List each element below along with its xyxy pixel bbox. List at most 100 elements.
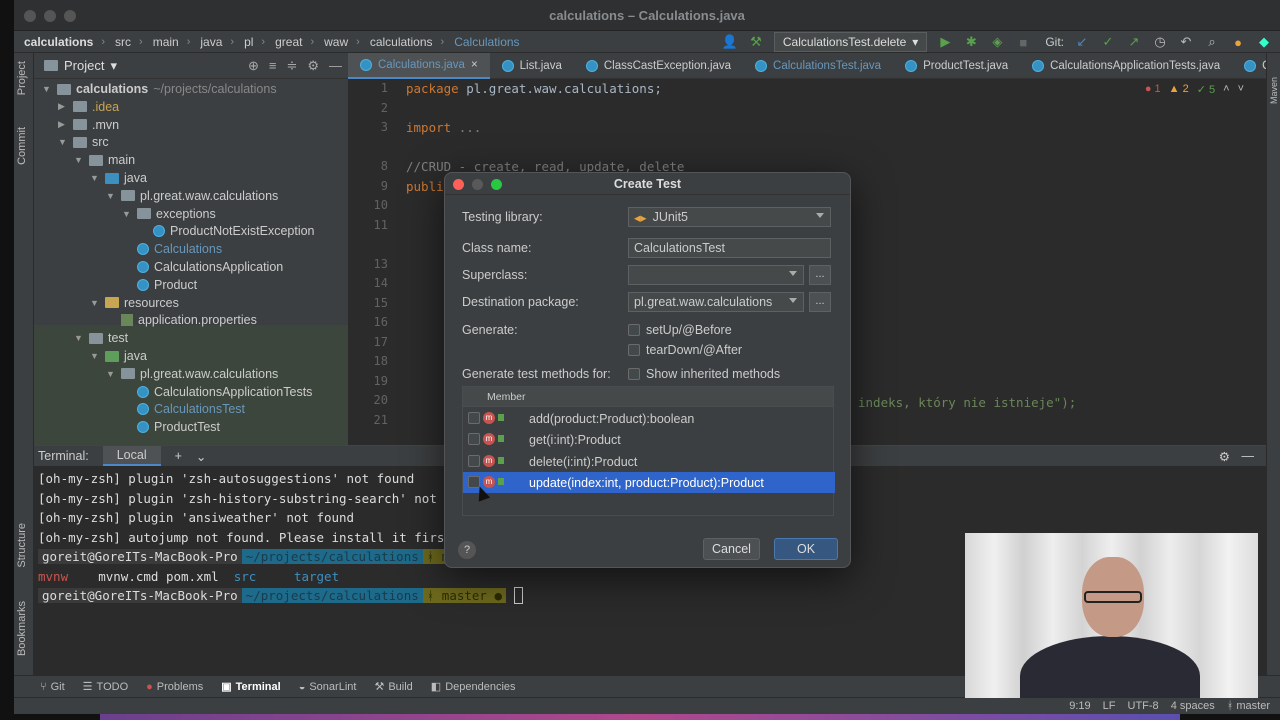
tree-item[interactable]: Calculations: [122, 240, 222, 258]
tree-item[interactable]: ▼ test: [74, 329, 128, 347]
member-checkbox[interactable]: [468, 412, 480, 424]
hide-icon[interactable]: —: [329, 58, 342, 74]
line-separator[interactable]: LF: [1103, 700, 1116, 712]
chevron-down-icon[interactable]: [789, 271, 797, 276]
close-icon[interactable]: ×: [471, 59, 478, 71]
chevron-down-icon[interactable]: ▼: [90, 298, 100, 308]
testing-library-select[interactable]: ◂▸ JUnit5: [628, 207, 831, 227]
tree-item[interactable]: application.properties: [106, 311, 257, 329]
git-commit-icon[interactable]: ✓: [1100, 34, 1116, 50]
expand-all-icon[interactable]: ≡: [269, 58, 277, 74]
terminal-prompt[interactable]: goreit@GoreITs-MacBook-Pro ~/projects/cal…: [38, 587, 524, 604]
teardown-checkbox[interactable]: [628, 344, 640, 356]
breadcrumb-item[interactable]: calculations: [24, 35, 93, 49]
chevron-down-icon[interactable]: ▼: [90, 173, 100, 183]
commit-tool-tab[interactable]: Commit: [16, 127, 28, 165]
show-inherited-label[interactable]: Show inherited methods: [646, 367, 780, 381]
chevron-down-icon[interactable]: ▾: [110, 58, 117, 74]
tree-item[interactable]: ProductTest: [122, 418, 220, 436]
breadcrumb-item[interactable]: pl: [244, 35, 253, 49]
chevron-up-icon[interactable]: ˄: [1223, 83, 1229, 96]
member-row[interactable]: m delete(i:int):Product: [463, 451, 835, 472]
member-row[interactable]: m add(product:Product):boolean: [463, 408, 835, 429]
bookmarks-tool-tab[interactable]: Bookmarks: [16, 601, 28, 656]
cursor-position[interactable]: 9:19: [1069, 700, 1090, 712]
debug-icon[interactable]: ✱: [963, 34, 979, 50]
git-branch[interactable]: ᚼ master: [1227, 700, 1270, 712]
structure-tool-tab[interactable]: Structure: [16, 523, 28, 568]
add-tab-icon[interactable]: +: [175, 449, 182, 463]
breadcrumb-item[interactable]: great: [275, 35, 302, 49]
class-name-input[interactable]: CalculationsTest: [628, 238, 831, 258]
member-column-header[interactable]: Member: [463, 387, 833, 407]
chevron-right-icon[interactable]: ▶: [58, 119, 68, 130]
destination-package-input[interactable]: pl.great.waw.calculations: [628, 292, 804, 312]
chevron-down-icon[interactable]: ▼: [122, 209, 132, 219]
cancel-button[interactable]: Cancel: [703, 538, 760, 560]
breadcrumb-item[interactable]: java: [200, 35, 222, 49]
tree-item[interactable]: ▼ calculations ~/projects/calculations: [42, 80, 277, 98]
update-icon[interactable]: ●: [1230, 35, 1246, 50]
search-icon[interactable]: ⌕: [1204, 34, 1220, 50]
chevron-down-icon[interactable]: ▼: [74, 333, 84, 343]
tree-item[interactable]: ▶ .mvn: [58, 116, 119, 134]
tree-item[interactable]: ▼ java: [90, 169, 147, 187]
member-checkbox[interactable]: [468, 433, 480, 445]
tree-item[interactable]: ▶ .idea: [58, 98, 119, 116]
tree-item[interactable]: CalculationsTest: [122, 400, 245, 418]
tool-build[interactable]: ⚒ Build: [374, 680, 412, 694]
destination-browse-button[interactable]: ...: [809, 292, 831, 312]
help-button[interactable]: ?: [458, 541, 476, 559]
breadcrumb-item[interactable]: Calculations: [454, 35, 519, 49]
tool-problems[interactable]: ● Problems: [146, 681, 203, 693]
gear-icon[interactable]: ⚙: [1219, 449, 1230, 464]
rollback-icon[interactable]: ↶: [1178, 34, 1194, 50]
chevron-down-icon[interactable]: ▼: [90, 351, 100, 361]
maven-tool-tab[interactable]: Maven: [1269, 77, 1279, 104]
superclass-input[interactable]: [628, 265, 804, 285]
tool-terminal[interactable]: ▣ Terminal: [221, 680, 280, 694]
plugin-icon[interactable]: ◆: [1256, 34, 1272, 50]
tree-item[interactable]: ▼ pl.great.waw.calculations: [106, 187, 278, 205]
tab-list-java[interactable]: List.java: [490, 53, 574, 79]
ok-button[interactable]: OK: [774, 538, 838, 560]
tree-item[interactable]: ▼ resources: [90, 294, 179, 312]
project-panel-title[interactable]: Project: [64, 58, 104, 73]
tab-calculationsapplicationtests-java[interactable]: CalculationsApplicationTests.java: [1020, 53, 1232, 79]
terminal-tab-local[interactable]: Local: [102, 446, 161, 466]
build-hammer-icon[interactable]: ⚒: [748, 34, 764, 50]
setup-checkbox[interactable]: [628, 324, 640, 336]
breadcrumb-item[interactable]: src: [115, 35, 131, 49]
gear-icon[interactable]: ⚙: [307, 58, 319, 74]
tool-dependencies[interactable]: ◧ Dependencies: [431, 680, 516, 694]
indent-setting[interactable]: 4 spaces: [1171, 700, 1215, 712]
chevron-down-icon[interactable]: [789, 298, 797, 303]
chevron-down-icon[interactable]: ▼: [106, 191, 116, 201]
tree-item[interactable]: ▼ src: [58, 133, 109, 151]
code-line[interactable]: package pl.great.waw.calculations;: [406, 81, 662, 96]
tab-producttest-java[interactable]: ProductTest.java: [893, 53, 1020, 79]
chevron-down-icon[interactable]: ⌄: [196, 449, 206, 464]
tree-item[interactable]: ProductNotExistException: [138, 222, 315, 240]
file-encoding[interactable]: UTF-8: [1128, 700, 1159, 712]
close-icon[interactable]: [453, 179, 464, 190]
tool-todo[interactable]: ☰ TODO: [83, 680, 128, 694]
breadcrumb-item[interactable]: main: [153, 35, 179, 49]
member-checkbox[interactable]: [468, 455, 480, 467]
tree-item[interactable]: CalculationsApplicationTests: [122, 383, 312, 401]
tool-git[interactable]: ⑂ Git: [40, 681, 65, 693]
run-icon[interactable]: ▶: [937, 34, 953, 50]
project-tool-tab[interactable]: Project: [16, 61, 28, 95]
history-icon[interactable]: ◷: [1152, 34, 1168, 50]
chevron-down-icon[interactable]: ▼: [58, 137, 68, 147]
locate-icon[interactable]: ⊕: [248, 58, 259, 74]
tab-calculationstest-java[interactable]: CalculationsTest.java: [743, 53, 893, 79]
code-string[interactable]: indeks, który nie istnieje");: [858, 395, 1076, 410]
tree-item[interactable]: ▼ pl.great.waw.calculations: [106, 365, 278, 383]
run-configuration-select[interactable]: CalculationsTest.delete ▾: [773, 32, 928, 52]
tree-item[interactable]: CalculationsApplication: [122, 258, 283, 276]
chevron-down-icon[interactable]: ˅: [1238, 83, 1244, 96]
teardown-checkbox-label[interactable]: tearDown/@After: [646, 343, 742, 357]
git-update-icon[interactable]: ↙: [1074, 34, 1090, 50]
show-inherited-checkbox[interactable]: [628, 368, 640, 380]
